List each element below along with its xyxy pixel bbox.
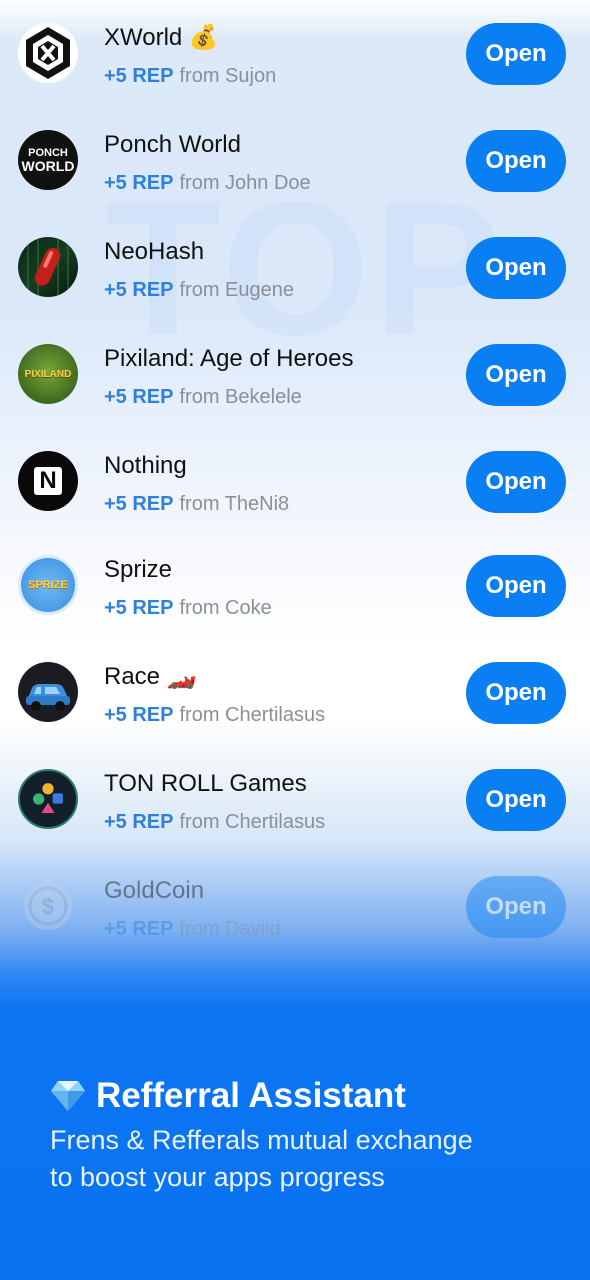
referrer: from Bekelele <box>179 386 302 408</box>
app-reward: +5 REP from John Doe <box>104 170 311 196</box>
app-name: Nothing <box>104 452 187 479</box>
race-car-emoji: 🏎️ <box>166 663 197 690</box>
app-reward: +5 REP from Chertilasus <box>104 809 325 835</box>
open-button[interactable]: Open <box>466 876 566 938</box>
rep-amount: +5 REP <box>104 279 174 301</box>
app-name: XWorld 💰 <box>104 24 219 51</box>
rep-amount: +5 REP <box>104 172 174 194</box>
open-button[interactable]: Open <box>466 555 566 617</box>
referrer: from Eugene <box>179 279 294 301</box>
app-reward: +5 REP from Coke <box>104 595 272 621</box>
rep-amount: +5 REP <box>104 918 174 940</box>
list-item: TON ROLL Games +5 REP from Chertilasus Op… <box>0 769 590 859</box>
referrer: from TheNi8 <box>179 493 290 515</box>
open-button[interactable]: Open <box>466 344 566 406</box>
referrer: from Sujon <box>179 65 277 87</box>
open-button[interactable]: Open <box>466 662 566 724</box>
sprize-logo-icon: SPRIZE <box>18 555 78 615</box>
gold-coin-icon: $ <box>18 876 78 936</box>
rep-amount: +5 REP <box>104 493 174 515</box>
ponch-world-logo-icon: PONCH WORLD <box>18 130 78 190</box>
open-button[interactable]: Open <box>466 130 566 192</box>
open-button[interactable]: Open <box>466 451 566 513</box>
app-name: Race 🏎️ <box>104 663 197 690</box>
gamepad-shapes-icon <box>18 769 78 829</box>
referrer: from Chertilasus <box>179 811 326 833</box>
money-bag-emoji: 💰 <box>188 24 219 51</box>
list-item: XWorld 💰 +5 REP from Sujon Open <box>0 23 590 113</box>
banner-subtitle: Frens & Refferals mutual exchange to boo… <box>50 1125 473 1192</box>
rep-amount: +5 REP <box>104 811 174 833</box>
list-item: NeoHash +5 REP from Eugene Open <box>0 237 590 327</box>
rep-amount: +5 REP <box>104 704 174 726</box>
app-name: GoldCoin <box>104 877 205 904</box>
referrer: from Coke <box>179 597 272 619</box>
app-reward: +5 REP from Daviid <box>104 916 281 942</box>
app-reward: +5 REP from Bekelele <box>104 384 302 410</box>
open-button[interactable]: Open <box>466 23 566 85</box>
list-item: Race 🏎️ +5 REP from Chertilasus Open <box>0 662 590 752</box>
open-button[interactable]: Open <box>466 237 566 299</box>
xworld-logo-icon <box>18 23 78 83</box>
red-pill-icon <box>18 237 78 297</box>
app-reward: +5 REP from TheNi8 <box>104 491 289 517</box>
banner-title: Refferral Assistant <box>50 1072 570 1120</box>
rep-amount: +5 REP <box>104 597 174 619</box>
app-name: Ponch World <box>104 131 241 158</box>
blue-car-icon <box>18 662 78 722</box>
referrer: from Chertilasus <box>179 704 326 726</box>
pixiland-logo-icon: PIXILAND <box>18 344 78 404</box>
app-name: Sprize <box>104 556 173 583</box>
list-item: $ GoldCoin +5 REP from Daviid Open <box>0 876 590 966</box>
referrer: from John Doe <box>179 172 311 194</box>
referral-assistant-banner: Refferral Assistant Frens & Refferals mu… <box>50 1072 570 1196</box>
list-item: SPRIZE Sprize +5 REP from Coke Open <box>0 555 590 645</box>
app-name: Pixiland: Age of Heroes <box>104 345 354 372</box>
app-reward: +5 REP from Sujon <box>104 63 276 89</box>
nothing-n-logo-icon: N <box>18 451 78 511</box>
rep-amount: +5 REP <box>104 386 174 408</box>
diamond-icon <box>51 1081 85 1111</box>
app-name: NeoHash <box>104 238 205 265</box>
list-item: PIXILAND Pixiland: Age of Heroes +5 REP f… <box>0 344 590 434</box>
app-name: TON ROLL Games <box>104 770 307 797</box>
list-item: PONCH WORLD Ponch World +5 REP from John … <box>0 130 590 220</box>
app-reward: +5 REP from Chertilasus <box>104 702 325 728</box>
list-item: N Nothing +5 REP from TheNi8 Open <box>0 451 590 541</box>
rep-amount: +5 REP <box>104 65 174 87</box>
referrer: from Daviid <box>179 918 281 940</box>
svg-text:$: $ <box>42 894 54 919</box>
app-reward: +5 REP from Eugene <box>104 277 294 303</box>
open-button[interactable]: Open <box>466 769 566 831</box>
